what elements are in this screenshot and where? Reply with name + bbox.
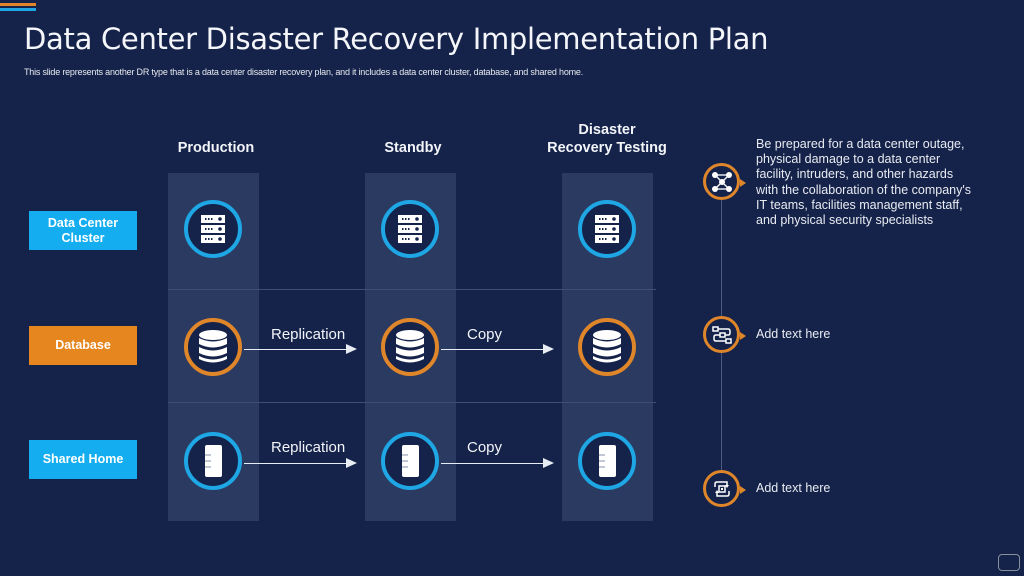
node-drtest-cluster xyxy=(578,200,636,258)
flow-label-replication: Replication xyxy=(271,326,346,343)
timeline-text-line: facility, intruders, and other hazards xyxy=(756,167,954,182)
document-file-icon xyxy=(598,445,616,477)
node-standby-cluster xyxy=(381,200,439,258)
arrow-right-icon xyxy=(244,344,357,354)
column-header-line: Recovery Testing xyxy=(547,140,667,156)
timeline-text-line: IT teams, facilities management staff, xyxy=(756,197,963,212)
server-rack-icon xyxy=(398,215,422,243)
database-icon xyxy=(396,330,424,363)
row-label-line: Cluster xyxy=(61,230,105,245)
accent-bar-orange xyxy=(0,3,36,6)
node-drtest-database xyxy=(578,318,636,376)
database-icon xyxy=(199,330,227,363)
node-drtest-shared-home xyxy=(578,432,636,490)
timeline-text-line: with the collaboration of the company's xyxy=(756,182,972,197)
page-subtitle: This slide represents another DR type th… xyxy=(24,67,584,77)
timeline-node-2 xyxy=(703,316,746,353)
page-title: Data Center Disaster Recovery Implementa… xyxy=(24,22,769,56)
arrow-right-icon xyxy=(441,344,554,354)
row-label-shared-home: Shared Home xyxy=(29,440,137,479)
row-label-data-center-cluster: Data Center Cluster xyxy=(29,211,137,250)
flow-label-copy: Copy xyxy=(467,326,503,343)
node-production-cluster xyxy=(184,200,242,258)
flow-label-copy: Copy xyxy=(467,439,503,456)
workflow-icon xyxy=(711,325,732,344)
node-standby-shared-home xyxy=(381,432,439,490)
server-rack-icon xyxy=(201,215,225,243)
timeline-text-2: Add text here xyxy=(756,327,831,341)
column-header-standby: Standby xyxy=(384,140,442,156)
timeline-node-1 xyxy=(703,163,746,200)
row-label-line: Data Center xyxy=(47,215,119,230)
column-header-production: Production xyxy=(177,140,255,156)
node-production-database xyxy=(184,318,242,376)
timeline-text-1: Be prepared for a data center outage, ph… xyxy=(756,137,971,228)
timeline-node-3 xyxy=(703,470,746,507)
timeline-text-3: Add text here xyxy=(756,481,831,495)
database-icon xyxy=(593,330,621,363)
row-divider xyxy=(168,289,656,290)
document-file-icon xyxy=(204,445,222,477)
node-standby-database xyxy=(381,318,439,376)
process-cycle-icon xyxy=(713,480,730,497)
column-header-dr-testing: Disaster Recovery Testing xyxy=(527,121,687,157)
slide-nav-button[interactable] xyxy=(998,554,1020,571)
document-file-icon xyxy=(401,445,419,477)
node-production-shared-home xyxy=(184,432,242,490)
timeline-text-line: Be prepared for a data center outage, xyxy=(756,137,965,151)
flow-label-replication: Replication xyxy=(271,439,346,456)
arrow-right-icon xyxy=(441,458,554,468)
arrow-right-icon xyxy=(244,458,357,468)
server-rack-icon xyxy=(595,215,619,243)
timeline-text-line: physical damage to a data center xyxy=(756,152,941,167)
timeline-text-line: and physical security specialists xyxy=(756,213,934,228)
row-divider xyxy=(168,402,656,403)
accent-bar-blue xyxy=(0,8,36,11)
network-hazard-icon xyxy=(711,171,732,192)
row-label-database: Database xyxy=(29,326,137,365)
column-header-line: Disaster xyxy=(578,122,636,138)
